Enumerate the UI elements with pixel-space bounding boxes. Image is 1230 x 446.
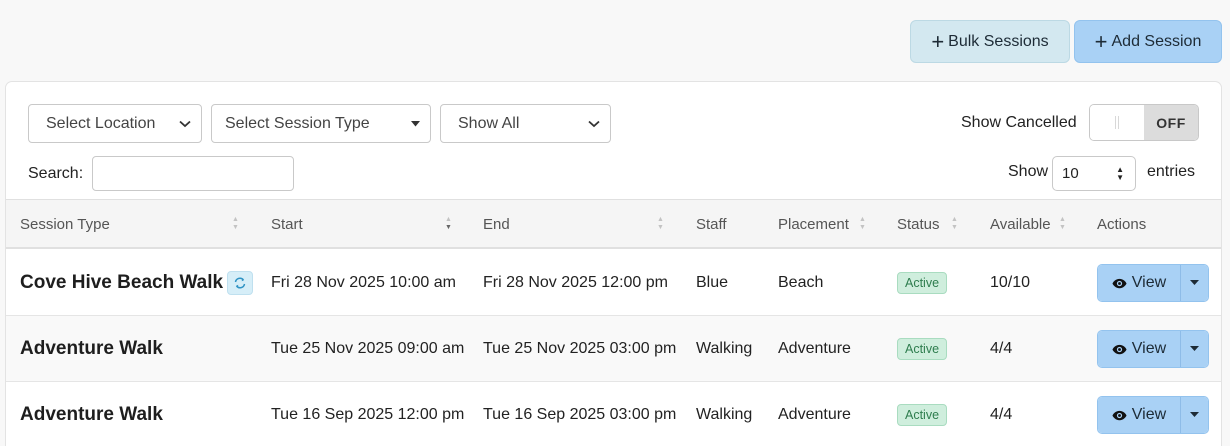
column-header-session-type[interactable]: Session Type (20, 200, 110, 248)
staff-cell: Blue (696, 273, 729, 291)
table-row: Cove Hive Beach Walk Fri 28 Nov 2025 10:… (6, 250, 1221, 316)
sort-icon: ▲ ▼ (951, 216, 958, 231)
start-cell: Tue 16 Sep 2025 12:00 pm (271, 405, 465, 423)
sort-icon: ▲ ▼ (1059, 216, 1066, 231)
chevron-down-icon (588, 120, 600, 127)
toggle-handle[interactable] (1090, 105, 1144, 140)
column-header-actions: Actions (1097, 215, 1147, 233)
staff-cell: Walking (696, 339, 753, 357)
placement-cell: Adventure (778, 339, 851, 357)
up-down-icon: ▲ ▼ (1116, 165, 1124, 182)
eye-icon (1112, 410, 1127, 420)
eye-icon (1112, 278, 1127, 288)
status-cell: Active (897, 382, 948, 446)
show-filter-select[interactable]: Show All (440, 104, 611, 143)
table-header: Session Type ▲ ▼ Start ▲ ▼ End ▲ ▼ Staff Pl… (6, 199, 1221, 249)
session-type-select-value: Select Session Type (225, 114, 370, 132)
table-row: Adventure Walk Tue 16 Sep 2025 12:00 pm … (6, 382, 1221, 446)
start-cell: Fri 28 Nov 2025 10:00 am (271, 273, 456, 291)
staff-cell: Walking (696, 405, 753, 423)
add-session-label: Add Session (1111, 32, 1202, 50)
available-cell: 10/10 (990, 273, 1031, 291)
caret-down-icon (1190, 412, 1199, 417)
chevron-down-icon (179, 120, 191, 127)
search-label: Search: (28, 165, 84, 182)
show-entries-label: Show (1008, 163, 1049, 180)
status-cell: Active (897, 250, 948, 315)
entries-label: entries (1147, 163, 1196, 180)
session-type-cell: Cove Hive Beach Walk (20, 250, 254, 315)
bulk-sessions-button[interactable]: + Bulk Sessions (910, 20, 1070, 63)
view-button-group: View (1097, 330, 1209, 368)
status-badge: Active (897, 337, 948, 360)
bulk-sessions-label: Bulk Sessions (948, 32, 1049, 50)
view-dropdown-toggle[interactable] (1180, 331, 1208, 367)
entries-select-value: 10 (1062, 165, 1079, 182)
sort-desc-icon: ▲ ▼ (445, 216, 452, 231)
toggle-state-label: OFF (1144, 105, 1198, 140)
sessions-card: Select Location Select Session Type Show… (5, 81, 1222, 446)
view-button[interactable]: View (1098, 397, 1180, 433)
column-header-placement[interactable]: Placement (778, 200, 849, 248)
column-header-staff[interactable]: Staff (696, 200, 727, 248)
end-cell: Tue 25 Nov 2025 03:00 pm (483, 339, 677, 357)
sort-icon: ▲ ▼ (232, 216, 239, 231)
column-header-start[interactable]: Start (271, 200, 303, 248)
available-cell: 4/4 (990, 405, 1013, 423)
status-badge: Active (897, 271, 948, 294)
show-cancelled-toggle[interactable]: OFF (1089, 104, 1199, 141)
search-input[interactable] (92, 156, 294, 191)
table-row: Adventure Walk Tue 25 Nov 2025 09:00 am … (6, 316, 1221, 382)
view-dropdown-toggle[interactable] (1180, 265, 1208, 301)
end-cell: Tue 16 Sep 2025 03:00 pm (483, 405, 677, 423)
show-filter-value: Show All (458, 114, 520, 132)
view-button[interactable]: View (1098, 331, 1180, 367)
start-cell: Tue 25 Nov 2025 09:00 am (271, 339, 465, 357)
caret-down-icon (1190, 280, 1199, 285)
add-session-button[interactable]: + Add Session (1074, 20, 1222, 63)
available-cell: 4/4 (990, 339, 1013, 357)
view-button-group: View (1097, 396, 1209, 434)
session-type-cell: Adventure Walk (20, 337, 163, 359)
plus-icon: + (1094, 28, 1108, 54)
caret-down-icon (411, 120, 420, 126)
placement-cell: Beach (778, 273, 824, 291)
caret-down-icon (1190, 346, 1199, 351)
sort-icon: ▲ ▼ (657, 216, 664, 231)
grip-icon (1115, 116, 1119, 129)
entries-select[interactable]: 10 ▲ ▼ (1052, 156, 1136, 191)
view-button-group: View (1097, 264, 1209, 302)
session-type-select[interactable]: Select Session Type (211, 104, 431, 143)
location-select[interactable]: Select Location (28, 104, 202, 143)
column-header-status[interactable]: Status (897, 200, 940, 248)
show-cancelled-label: Show Cancelled (961, 114, 1077, 131)
end-cell: Fri 28 Nov 2025 12:00 pm (483, 273, 668, 291)
placement-cell: Adventure (778, 405, 851, 423)
status-badge: Active (897, 403, 948, 426)
recurring-icon (227, 270, 254, 295)
status-cell: Active (897, 316, 948, 381)
sort-icon: ▲ ▼ (859, 216, 866, 231)
location-select-value: Select Location (46, 114, 156, 132)
view-button[interactable]: View (1098, 265, 1180, 301)
session-type-cell: Adventure Walk (20, 403, 163, 425)
column-header-available[interactable]: Available (990, 200, 1051, 248)
plus-icon: + (931, 28, 945, 54)
view-dropdown-toggle[interactable] (1180, 397, 1208, 433)
column-header-end[interactable]: End (483, 200, 510, 248)
eye-icon (1112, 344, 1127, 354)
